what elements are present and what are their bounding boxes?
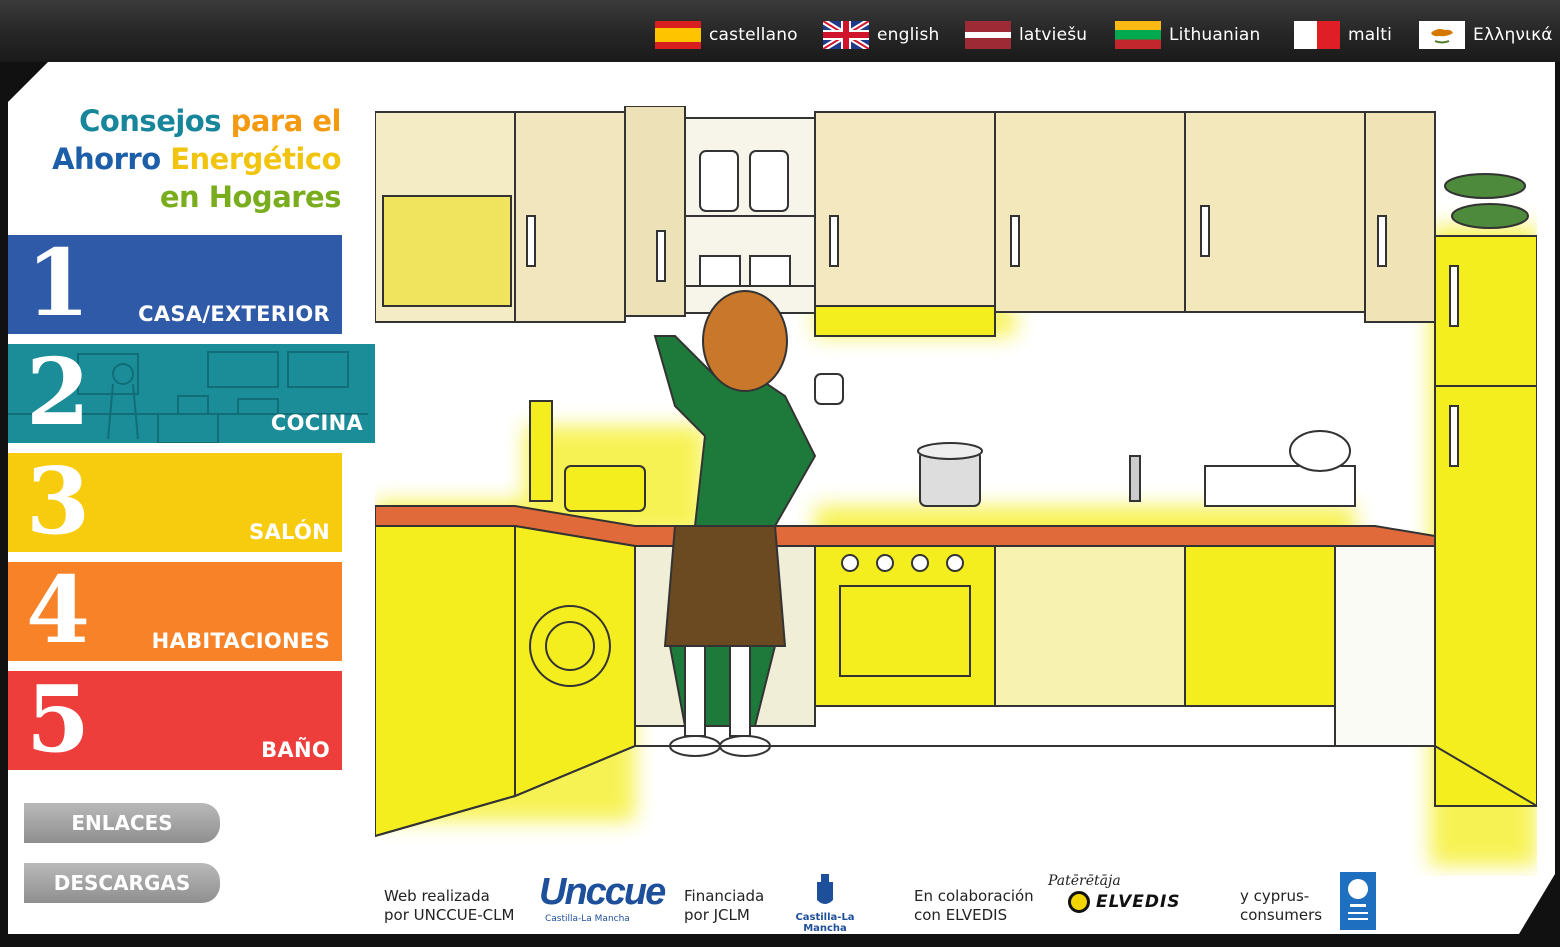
unccue-logo-text: Unccue bbox=[539, 871, 665, 913]
credit-financiada: Financiada por JCLM bbox=[684, 887, 764, 925]
nav-salon-button[interactable]: 3 SALÓN bbox=[8, 453, 342, 552]
uk-flag-icon bbox=[823, 21, 869, 49]
credit-cyprus: y cyprus- consumers bbox=[1240, 887, 1322, 925]
credit-line: consumers bbox=[1240, 906, 1323, 924]
lang-castellano[interactable]: castellano bbox=[655, 20, 798, 50]
lang-malti[interactable]: malti bbox=[1294, 20, 1392, 50]
title-word: en Hogares bbox=[159, 180, 341, 214]
site-title: Consejos para el Ahorro Energético en Ho… bbox=[52, 102, 341, 216]
cyprus-consumers-logo-icon[interactable] bbox=[1340, 872, 1376, 930]
credit-line: por JCLM bbox=[684, 906, 750, 924]
elvedis-emblem-icon bbox=[1068, 891, 1090, 913]
nav-label: COCINA bbox=[270, 411, 363, 435]
lang-label: malti bbox=[1348, 25, 1393, 45]
nav-number: 3 bbox=[26, 453, 91, 552]
nav-label: SALÓN bbox=[249, 520, 330, 544]
lang-latviesu[interactable]: latviešu bbox=[965, 20, 1087, 50]
jccm-logo[interactable]: Castilla-La Mancha bbox=[780, 874, 870, 932]
lang-label: Ελληνικά bbox=[1473, 25, 1553, 45]
lang-english[interactable]: english bbox=[823, 20, 940, 50]
title-word: Ahorro bbox=[52, 142, 161, 176]
nav-habitaciones-button[interactable]: 4 HABITACIONES bbox=[8, 562, 342, 661]
unccue-logo[interactable]: Unccue Castilla-La Mancha bbox=[539, 870, 649, 930]
latvia-flag-icon bbox=[965, 21, 1011, 49]
enlaces-button[interactable]: ENLACES bbox=[24, 803, 220, 843]
main-panel: Consejos para el Ahorro Energético en Ho… bbox=[8, 62, 1555, 934]
credit-colaboracion: En colaboración con ELVEDIS bbox=[914, 887, 1034, 925]
nav-bano-button[interactable]: 5 BAÑO bbox=[8, 671, 342, 770]
lithuania-flag-icon bbox=[1115, 21, 1161, 49]
nav-label: HABITACIONES bbox=[151, 629, 330, 653]
elvedis-logo[interactable]: Patērētāja ELVEDIS bbox=[1048, 873, 1198, 931]
unccue-logo-sub: Castilla-La Mancha bbox=[545, 914, 630, 924]
nav-number: 1 bbox=[26, 235, 91, 334]
elvedis-script: Patērētāja bbox=[1048, 873, 1121, 889]
lang-greek[interactable]: Ελληνικά bbox=[1419, 20, 1553, 50]
credit-line: Financiada bbox=[684, 887, 765, 905]
credit-web: Web realizada por UNCCUE-CLM bbox=[384, 887, 514, 925]
lang-label: english bbox=[877, 25, 940, 45]
lang-label: castellano bbox=[709, 25, 798, 45]
lang-label: Lithuanian bbox=[1169, 25, 1261, 45]
malta-flag-icon bbox=[1294, 21, 1340, 49]
title-word: para el bbox=[220, 104, 341, 138]
spain-flag-icon bbox=[655, 21, 701, 49]
credit-line: Web realizada bbox=[384, 887, 490, 905]
credit-line: por UNCCUE-CLM bbox=[384, 906, 515, 924]
kitchen-illustration bbox=[375, 106, 1537, 876]
cyprus-flag-icon bbox=[1419, 21, 1465, 49]
elvedis-logo-text: ELVEDIS bbox=[1096, 892, 1181, 912]
jccm-logo-text: Castilla-La Mancha bbox=[795, 912, 855, 934]
credit-line: y cyprus- bbox=[1240, 887, 1310, 905]
credit-line: con ELVEDIS bbox=[914, 906, 1008, 924]
nav-label: BAÑO bbox=[261, 738, 330, 762]
nav-number: 4 bbox=[26, 562, 91, 661]
nav-cocina-button[interactable]: 2 COCINA bbox=[8, 344, 375, 443]
language-bar: castellano english latviešu Lithuanian m… bbox=[0, 0, 1560, 62]
nav-casa-exterior-button[interactable]: 1 CASA/EXTERIOR bbox=[8, 235, 342, 334]
descargas-button[interactable]: DESCARGAS bbox=[24, 863, 220, 903]
nav-label: CASA/EXTERIOR bbox=[138, 302, 330, 326]
title-word: Energético bbox=[160, 142, 341, 176]
lang-lithuanian[interactable]: Lithuanian bbox=[1115, 20, 1261, 50]
lang-label: latviešu bbox=[1019, 25, 1088, 45]
title-word: Consejos bbox=[79, 104, 221, 138]
castle-crest-icon bbox=[814, 874, 836, 908]
credit-line: En colaboración bbox=[914, 887, 1034, 905]
nav-number: 5 bbox=[26, 671, 91, 770]
nav-number: 2 bbox=[26, 344, 91, 443]
